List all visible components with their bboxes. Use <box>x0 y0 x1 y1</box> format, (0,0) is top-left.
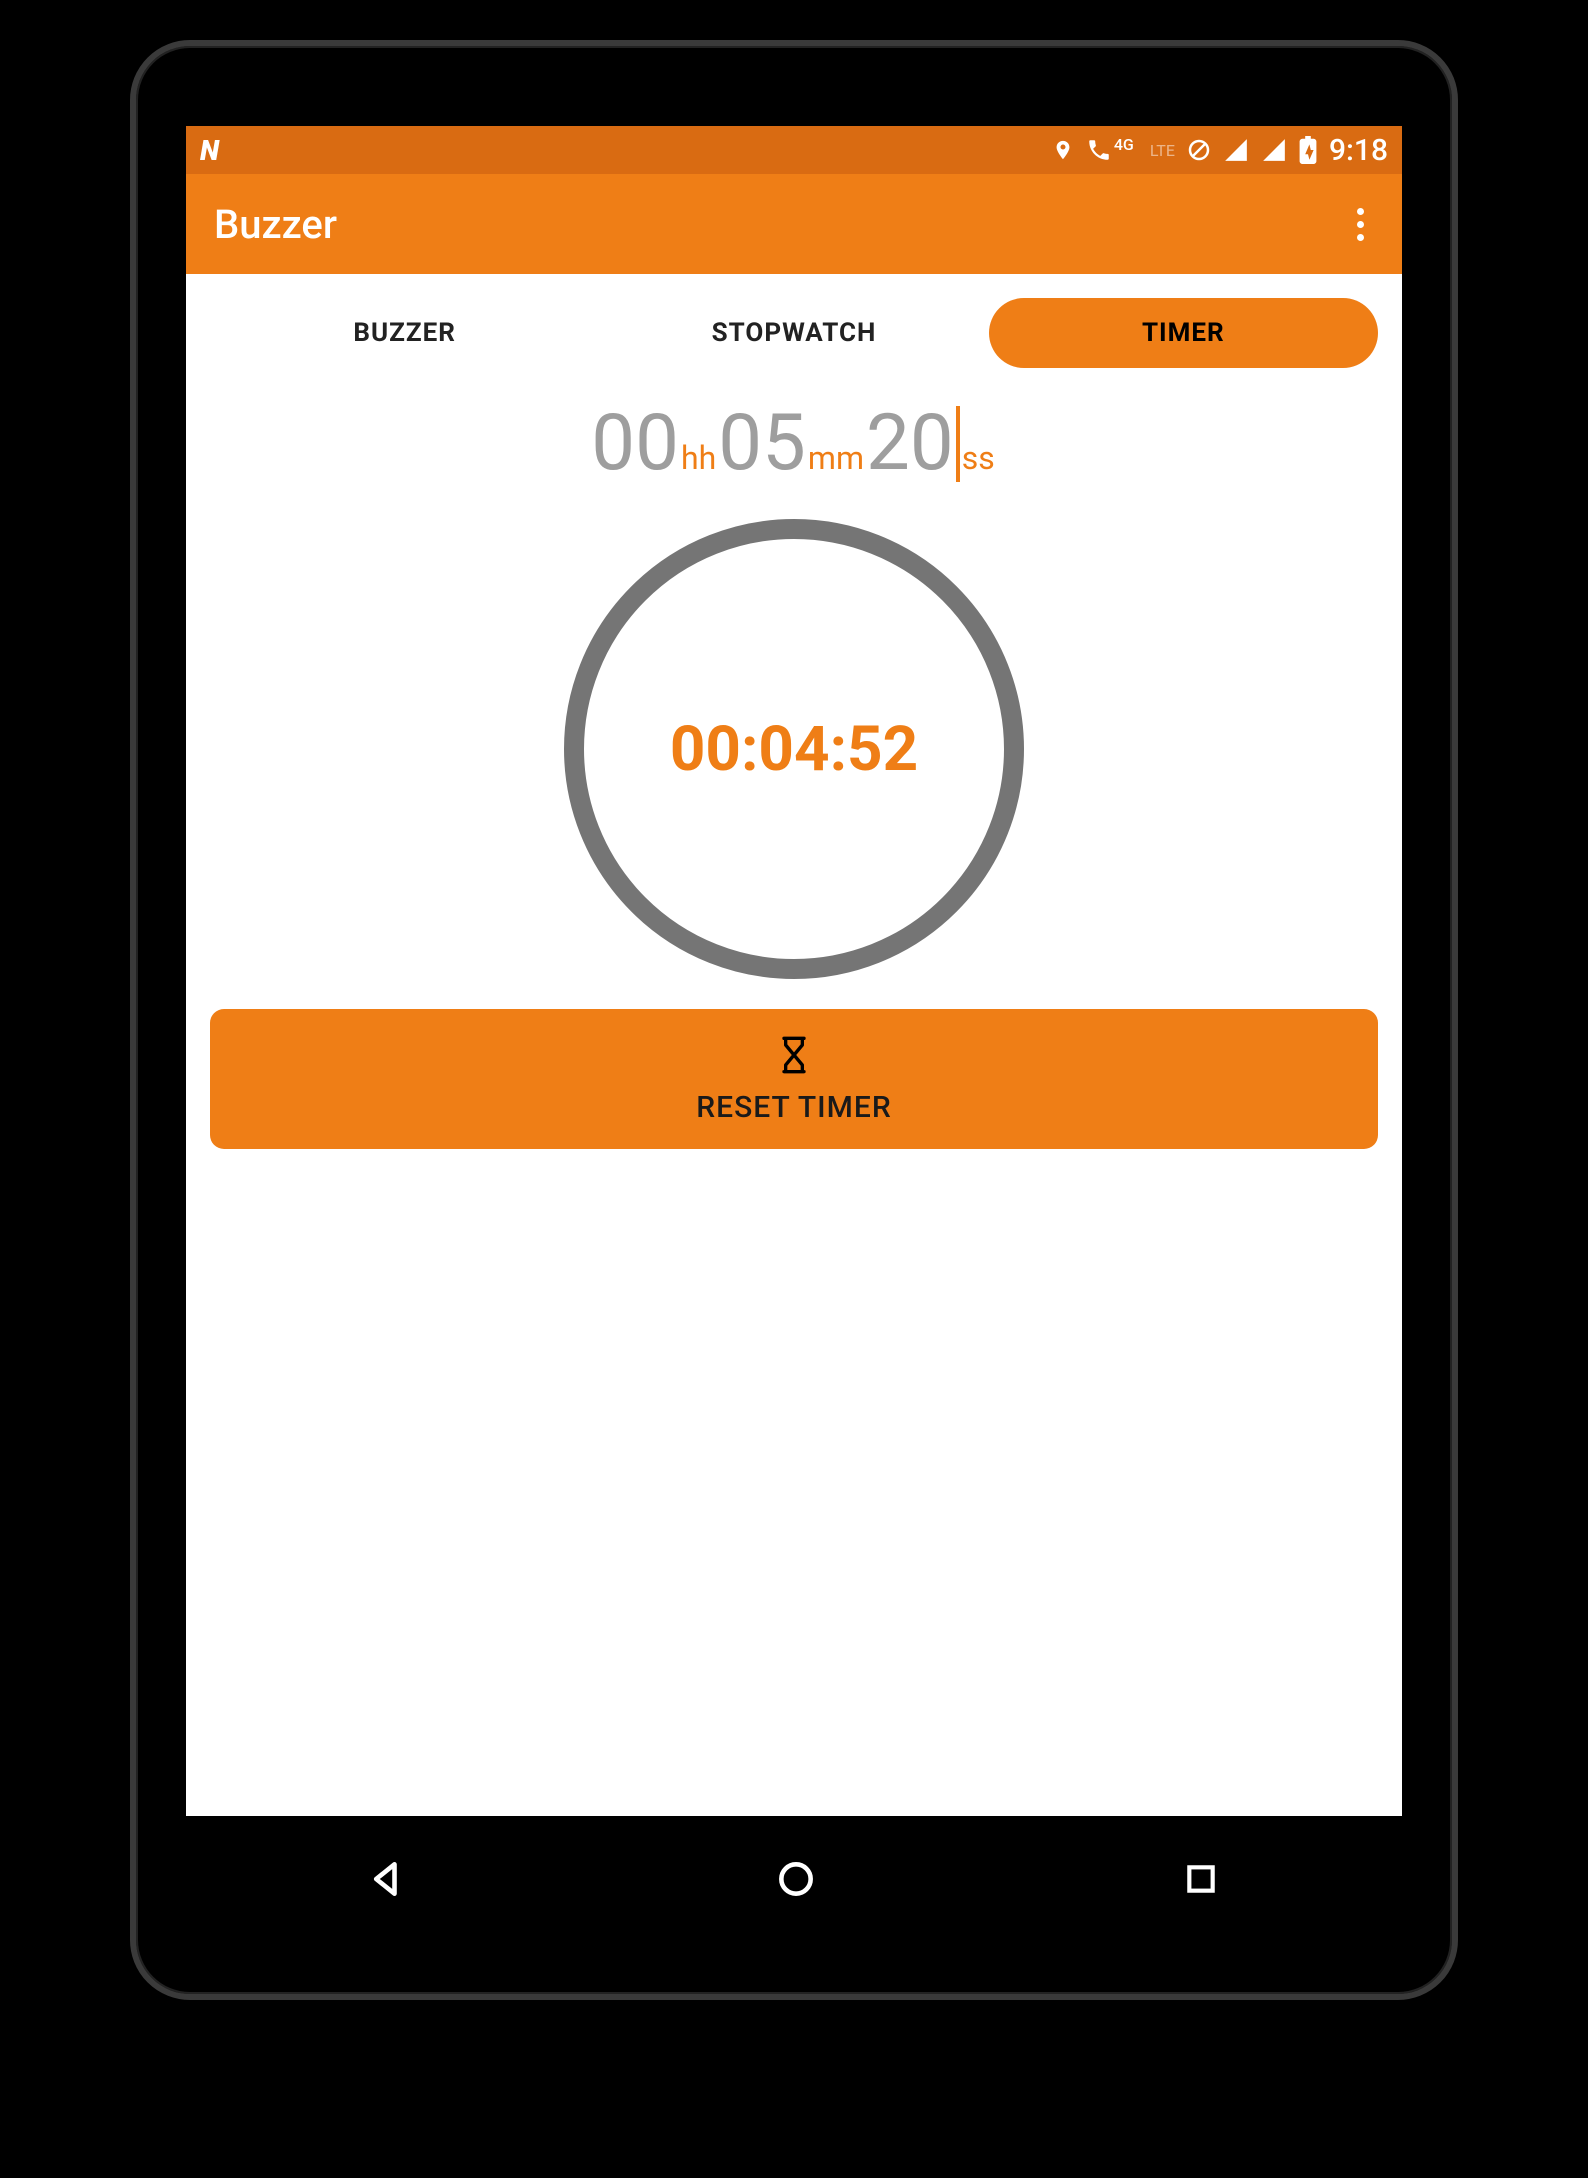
timer-progress-wrap: 00:04:52 <box>186 519 1402 979</box>
timer-hours-unit: hh <box>681 439 716 489</box>
tab-buzzer[interactable]: BUZZER <box>210 298 599 368</box>
reset-timer-button[interactable]: RESET TIMER <box>210 1009 1378 1149</box>
network-lte-label: LTE <box>1150 141 1175 160</box>
screen: N 4G LTE <box>186 126 1402 1816</box>
timer-hours-value: 00 <box>591 398 679 489</box>
timer-remaining-value: 00:04:52 <box>670 713 918 786</box>
timer-seconds-value: 20 <box>866 398 954 489</box>
signal-icon-2 <box>1261 137 1287 163</box>
timer-progress-circle[interactable]: 00:04:52 <box>564 519 1024 979</box>
app-title: Buzzer <box>214 201 337 248</box>
android-n-logo-icon: N <box>200 134 217 167</box>
timer-duration-input[interactable]: 00 hh 05 mm 20 ss <box>186 398 1402 489</box>
timer-minutes-unit: mm <box>808 439 864 489</box>
tab-bar: BUZZER STOPWATCH TIMER <box>186 274 1402 378</box>
android-nav-bar <box>186 1824 1402 1934</box>
location-icon <box>1052 136 1074 164</box>
phone-4g-icon: 4G <box>1086 137 1134 163</box>
tab-stopwatch[interactable]: STOPWATCH <box>599 298 988 368</box>
nav-home-button[interactable] <box>774 1857 818 1901</box>
nav-back-button[interactable] <box>367 1857 411 1901</box>
signal-icon <box>1223 137 1249 163</box>
reset-timer-label: RESET TIMER <box>696 1090 891 1125</box>
tab-timer[interactable]: TIMER <box>989 298 1378 368</box>
battery-charging-icon <box>1299 136 1317 164</box>
app-bar: Buzzer <box>186 174 1402 274</box>
status-time: 9:18 <box>1329 133 1388 168</box>
status-bar: N 4G LTE <box>186 126 1402 174</box>
network-4g-label: 4G <box>1114 137 1134 153</box>
text-cursor <box>956 406 960 482</box>
overflow-menu-button[interactable] <box>1347 198 1374 251</box>
timer-seconds-unit: ss <box>962 439 995 489</box>
timer-minutes-value: 05 <box>718 398 806 489</box>
nav-recent-button[interactable] <box>1181 1859 1221 1899</box>
hourglass-icon <box>774 1033 814 1084</box>
no-sim-icon <box>1187 138 1211 162</box>
tablet-frame: N 4G LTE <box>130 40 1458 2000</box>
